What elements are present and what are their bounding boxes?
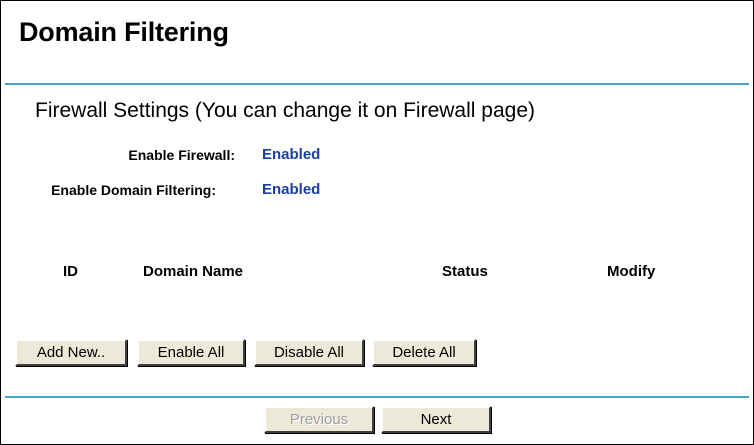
enable-firewall-value: Enabled <box>262 146 321 163</box>
previous-button[interactable]: Previous <box>264 406 374 433</box>
add-new-button[interactable]: Add New.. <box>15 339 127 366</box>
column-header-modify: Modify <box>607 263 656 280</box>
delete-all-button[interactable]: Delete All <box>372 339 476 366</box>
enable-all-button[interactable]: Enable All <box>137 339 245 366</box>
firewall-settings-heading: Firewall Settings (You can change it on … <box>35 99 535 122</box>
enable-domain-filtering-label: Enable Domain Filtering: <box>51 182 216 198</box>
column-header-status: Status <box>442 263 488 280</box>
domain-filtering-panel: Domain Filtering Firewall Settings (You … <box>0 0 754 445</box>
enable-domain-filtering-value: Enabled <box>262 181 321 198</box>
enable-firewall-label: Enable Firewall: <box>128 147 235 163</box>
next-button[interactable]: Next <box>381 406 491 433</box>
column-header-id: ID <box>63 263 78 280</box>
bottom-divider <box>5 396 749 398</box>
top-divider <box>5 83 749 85</box>
disable-all-button[interactable]: Disable All <box>254 339 364 366</box>
page-title: Domain Filtering <box>19 17 229 47</box>
column-header-domain-name: Domain Name <box>143 263 244 280</box>
